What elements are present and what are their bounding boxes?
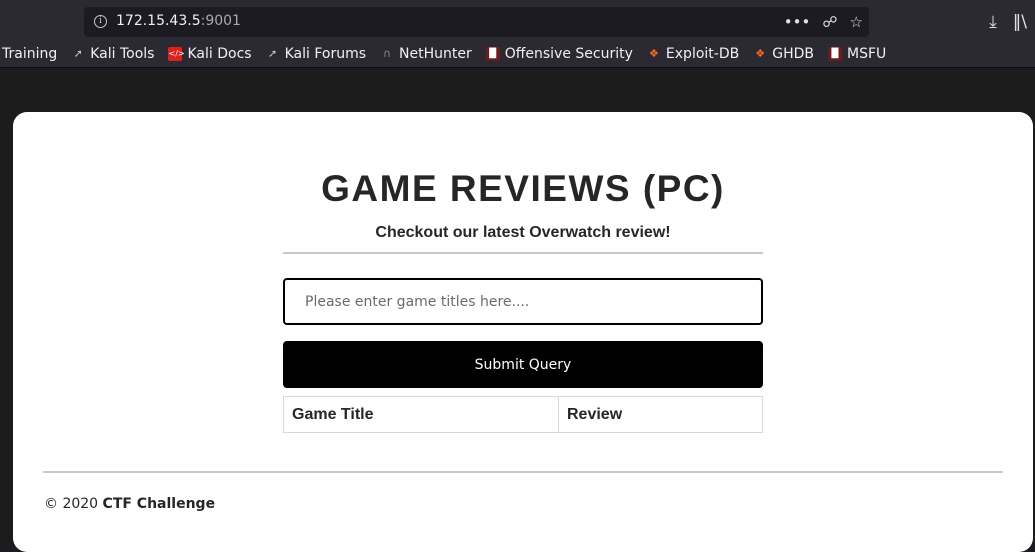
url-text[interactable]: 172.15.43.5:9001 (116, 13, 241, 29)
bookmark-kali-forums[interactable]: ➚ Kali Forums (260, 46, 374, 62)
offsec-icon: █ (485, 46, 500, 61)
footer: © 2020 CTF Challenge (44, 496, 215, 512)
url-host: 172.15.43.5 (116, 13, 201, 29)
page-subtitle: Checkout our latest Overwatch review! (375, 224, 671, 241)
footer-brand: CTF Challenge (102, 496, 216, 512)
bookmark-label: Exploit-DB (665, 45, 740, 62)
footer-divider (43, 471, 1003, 473)
bookmark-label: Kali Tools (90, 45, 155, 62)
toolbar-right: ⤓ ‖\ (989, 8, 1035, 36)
bookmark-label: NetHunter (399, 45, 472, 62)
exploit-db-icon: ❖ (755, 46, 766, 60)
bookmark-label: Kali Docs (187, 45, 252, 62)
bookmark-training[interactable]: Training (0, 46, 65, 62)
column-header-review: Review (558, 396, 763, 433)
table-header-row: Game Title Review (283, 396, 763, 433)
address-bar[interactable]: i 172.15.43.5:9001 ••• ☍ ☆ (84, 7, 869, 37)
bookmark-label: Training (2, 45, 58, 62)
kali-docs-icon: </> (168, 46, 185, 61)
page-actions-icon[interactable]: ••• (784, 11, 811, 33)
bookmark-msfu[interactable]: █ MSFU (822, 46, 894, 62)
bookmark-offensive-security[interactable]: █ Offensive Security (480, 46, 641, 62)
url-port: :9001 (200, 13, 241, 29)
kali-dragon-icon: ➚ (267, 46, 278, 60)
browser-toolbar: i 172.15.43.5:9001 ••• ☍ ☆ ⤓ ‖\ (0, 0, 1035, 40)
bookmark-kali-docs[interactable]: </> Kali Docs (162, 46, 259, 62)
bookmark-kali-tools[interactable]: ➚ Kali Tools (65, 46, 162, 62)
bookmark-label: GHDB (772, 45, 814, 62)
bookmark-label: Offensive Security (504, 45, 633, 62)
bookmark-star-icon[interactable]: ☆ (850, 11, 863, 33)
game-search-input[interactable] (283, 278, 763, 325)
bookmark-label: MSFU (846, 45, 887, 62)
nethunter-icon: ∩ (382, 46, 392, 60)
offsec-icon: █ (827, 46, 842, 61)
exploit-db-icon: ❖ (648, 46, 659, 60)
column-header-game-title: Game Title (283, 396, 559, 433)
footer-copyright: © 2020 (44, 496, 99, 512)
site-info-icon[interactable]: i (94, 15, 107, 28)
bookmark-nethunter[interactable]: ∩ NetHunter (374, 46, 480, 62)
reviews-table: Game Title Review (283, 396, 763, 433)
library-icon[interactable]: ‖\ (1013, 8, 1027, 36)
title-divider (283, 252, 763, 254)
submit-query-button[interactable]: Submit Query (283, 341, 763, 388)
bookmark-ghdb[interactable]: ❖ GHDB (747, 46, 822, 62)
bookmark-label: Kali Forums (284, 45, 367, 62)
page-title: GAME REVIEWS (PC) (321, 168, 725, 209)
bookmarks-bar: Training ➚ Kali Tools </> Kali Docs ➚ Ka… (0, 40, 1035, 68)
kali-dragon-icon: ➚ (73, 46, 83, 60)
url-actions: ••• ☍ ☆ (784, 11, 863, 33)
bookmark-exploit-db[interactable]: ❖ Exploit-DB (641, 46, 747, 62)
downloads-icon[interactable]: ⤓ (989, 8, 997, 36)
pocket-icon[interactable]: ☍ (822, 11, 837, 33)
